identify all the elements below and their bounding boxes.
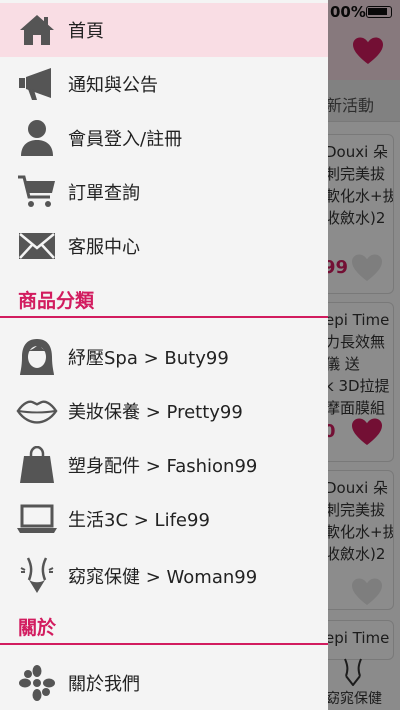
menu-item-label: 訂單查詢 xyxy=(68,183,140,204)
lips-icon xyxy=(16,390,58,432)
laptop-icon xyxy=(16,498,58,540)
menu-item-about-us[interactable]: 關於我們 xyxy=(0,656,328,710)
menu-item-category-woman[interactable]: 窈窕保健 > Woman99 xyxy=(0,549,328,603)
menu-item-label: 紓壓Spa > Buty99 xyxy=(68,348,229,369)
menu-item-label: 客服中心 xyxy=(68,237,140,258)
mail-icon xyxy=(16,225,58,267)
menu-item-category-spa[interactable]: 紓壓Spa > Buty99 xyxy=(0,330,328,384)
section-title: 關於 xyxy=(18,617,57,639)
section-divider xyxy=(0,643,328,645)
menu-item-label: 窈窕保健 > Woman99 xyxy=(68,567,258,588)
menu-item-category-life[interactable]: 生活3C > Life99 xyxy=(0,492,328,546)
menu-item-label: 美妝保養 > Pretty99 xyxy=(68,402,243,423)
menu-item-category-fashion[interactable]: 塑身配件 > Fashion99 xyxy=(0,438,328,492)
menu-item-customer-service[interactable]: 客服中心 xyxy=(0,219,328,273)
section-title: 商品分類 xyxy=(18,290,95,312)
home-icon xyxy=(16,9,58,51)
menu-item-notifications[interactable]: 通知與公告 xyxy=(0,57,328,111)
section-divider xyxy=(0,316,328,318)
menu-item-label: 通知與公告 xyxy=(68,75,158,96)
menu-item-label: 生活3C > Life99 xyxy=(68,510,210,531)
menu-item-category-beauty[interactable]: 美妝保養 > Pretty99 xyxy=(0,384,328,438)
menu-item-label: 塑身配件 > Fashion99 xyxy=(68,456,258,477)
section-header-about: 關於 xyxy=(0,611,328,645)
woman-face-icon xyxy=(16,336,58,378)
megaphone-icon xyxy=(16,63,58,105)
menu-item-orders[interactable]: 訂單查詢 xyxy=(0,165,328,219)
user-icon xyxy=(16,117,58,159)
section-header-categories: 商品分類 xyxy=(0,284,328,318)
flower-icon xyxy=(16,662,58,704)
menu-item-label: 關於我們 xyxy=(68,674,140,695)
menu-item-member-login[interactable]: 會員登入/註冊 xyxy=(0,111,328,165)
side-drawer: 首頁 通知與公告 會員登入/註冊 訂單查詢 客服中心 商品分類 紓壓Spa > … xyxy=(0,0,328,710)
menu-item-label: 會員登入/註冊 xyxy=(68,129,183,150)
shopping-bag-icon xyxy=(16,444,58,486)
cart-icon xyxy=(16,171,58,213)
menu-item-home[interactable]: 首頁 xyxy=(0,3,328,57)
menu-item-label: 首頁 xyxy=(68,21,104,42)
waist-icon xyxy=(16,555,58,597)
